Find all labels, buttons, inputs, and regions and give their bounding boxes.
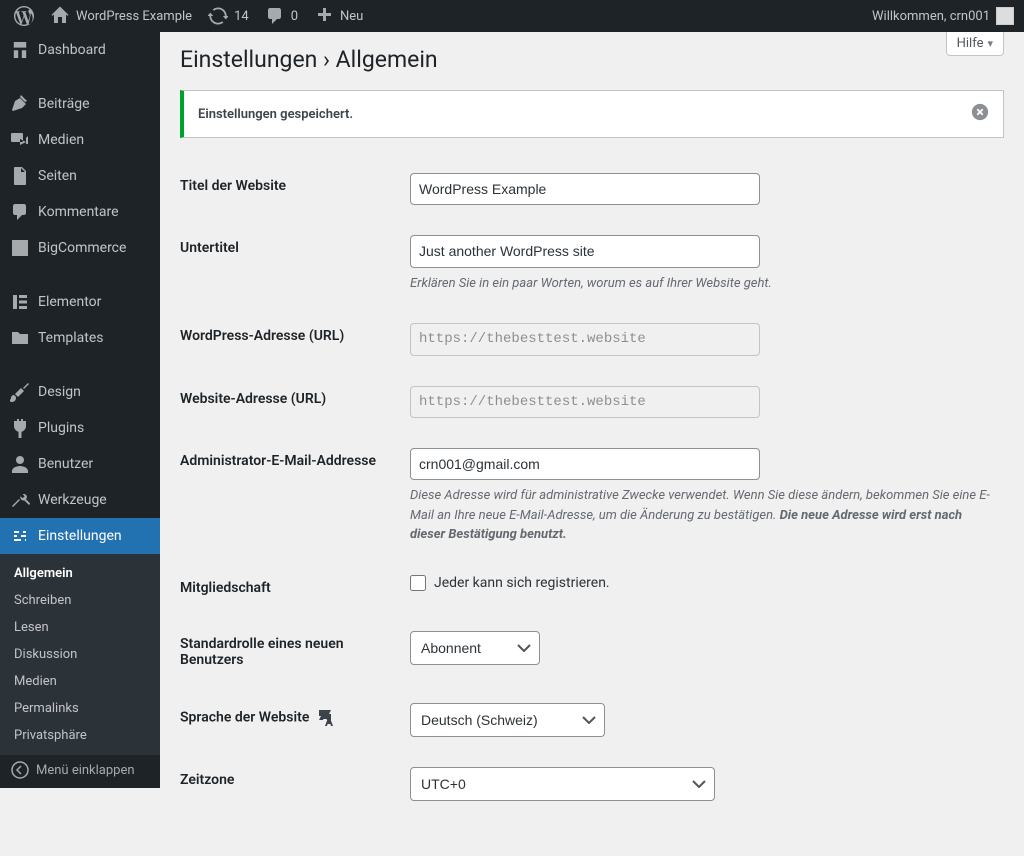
plus-icon xyxy=(314,6,334,26)
sidebar-item-elementor[interactable]: Elementor xyxy=(0,284,160,320)
dashboard-icon xyxy=(10,40,30,60)
admin-toolbar: WordPress Example 14 0 Neu Willkommen, c… xyxy=(0,0,1024,32)
folder-icon xyxy=(10,328,30,348)
submenu-privacy[interactable]: Privatsphäre xyxy=(0,722,160,749)
tagline-label: Untertitel xyxy=(180,220,400,308)
wrench-icon xyxy=(10,490,30,510)
submenu-permalinks[interactable]: Permalinks xyxy=(0,695,160,722)
sidebar-item-media[interactable]: Medien xyxy=(0,122,160,158)
timezone-select[interactable]: UTC+0 xyxy=(410,767,715,801)
sidebar-item-dashboard[interactable]: Dashboard xyxy=(0,32,160,68)
pin-icon xyxy=(10,94,30,114)
settings-submenu: Allgemein Schreiben Lesen Diskussion Med… xyxy=(0,554,160,755)
help-tab[interactable]: Hilfe xyxy=(946,32,1004,56)
collapse-icon xyxy=(10,760,30,780)
media-icon xyxy=(10,130,30,150)
brush-icon xyxy=(10,382,30,402)
membership-checkbox[interactable] xyxy=(410,575,426,591)
admin-email-label: Administrator-E-Mail-Addresse xyxy=(180,433,400,560)
site-title-input[interactable] xyxy=(410,173,760,205)
wpurl-label: WordPress-Adresse (URL) xyxy=(180,308,400,370)
sidebar-item-comments[interactable]: Kommentare xyxy=(0,194,160,230)
update-icon xyxy=(208,6,228,26)
updates-link[interactable]: 14 xyxy=(200,0,257,32)
language-select[interactable]: Deutsch (Schweiz) xyxy=(410,703,605,737)
sidebar-item-users[interactable]: Benutzer xyxy=(0,446,160,482)
comment-count: 0 xyxy=(291,9,298,24)
page-icon xyxy=(10,166,30,186)
user-icon xyxy=(10,454,30,474)
elementor-icon xyxy=(10,292,30,312)
submenu-writing[interactable]: Schreiben xyxy=(0,587,160,614)
plugin-icon xyxy=(10,418,30,438)
submenu-reading[interactable]: Lesen xyxy=(0,614,160,641)
comments-link[interactable]: 0 xyxy=(257,0,306,32)
translate-icon xyxy=(317,708,337,728)
sidebar-item-pages[interactable]: Seiten xyxy=(0,158,160,194)
notice-message: Einstellungen gespeichert. xyxy=(198,107,353,122)
welcome-text: Willkommen, crn001 xyxy=(872,9,990,24)
submenu-general[interactable]: Allgemein xyxy=(0,560,160,587)
sidebar-item-settings[interactable]: Einstellungen xyxy=(0,518,160,554)
wpurl-input xyxy=(410,323,760,355)
submenu-discussion[interactable]: Diskussion xyxy=(0,641,160,668)
new-content-link[interactable]: Neu xyxy=(306,0,371,32)
main-content: Hilfe Einstellungen › Allgemein Einstell… xyxy=(160,32,1024,856)
site-home-link[interactable]: WordPress Example xyxy=(42,0,200,32)
bigcommerce-icon xyxy=(10,238,30,258)
default-role-select[interactable]: Abonnent xyxy=(410,631,540,665)
success-notice: Einstellungen gespeichert. xyxy=(180,90,1004,138)
language-label: Sprache der Website xyxy=(180,688,400,752)
site-title-label: Titel der Website xyxy=(180,158,400,220)
sidebar-item-templates[interactable]: Templates xyxy=(0,320,160,356)
admin-email-input[interactable] xyxy=(410,448,760,480)
sidebar-item-design[interactable]: Design xyxy=(0,374,160,410)
sidebar-item-posts[interactable]: Beiträge xyxy=(0,86,160,122)
siteurl-label: Website-Adresse (URL) xyxy=(180,371,400,433)
page-title: Einstellungen › Allgemein xyxy=(180,32,1004,85)
home-icon xyxy=(50,6,70,26)
default-role-label: Standardrolle eines neuen Benutzers xyxy=(180,616,400,688)
comment-icon xyxy=(265,6,285,26)
site-title: WordPress Example xyxy=(76,9,192,24)
settings-icon xyxy=(10,526,30,546)
new-label: Neu xyxy=(340,9,363,24)
wordpress-icon xyxy=(14,6,34,26)
sidebar-item-tools[interactable]: Werkzeuge xyxy=(0,482,160,518)
avatar xyxy=(996,7,1014,25)
membership-checkbox-label[interactable]: Jeder kann sich registrieren. xyxy=(410,575,610,591)
close-icon xyxy=(971,103,989,121)
timezone-label: Zeitzone xyxy=(180,752,400,816)
dismiss-notice-button[interactable] xyxy=(971,103,989,125)
admin-sidebar: Dashboard Beiträge Medien Seiten Komment… xyxy=(0,32,160,788)
sidebar-item-plugins[interactable]: Plugins xyxy=(0,410,160,446)
sidebar-item-bigcommerce[interactable]: BigCommerce xyxy=(0,230,160,266)
tagline-input[interactable] xyxy=(410,235,760,267)
admin-email-description: Diese Adresse wird für administrative Zw… xyxy=(410,486,994,545)
submenu-media[interactable]: Medien xyxy=(0,668,160,695)
update-count: 14 xyxy=(234,9,249,24)
wp-logo[interactable] xyxy=(6,0,42,32)
siteurl-input xyxy=(410,386,760,418)
membership-label: Mitgliedschaft xyxy=(180,560,400,616)
tagline-description: Erklären Sie in ein paar Worten, worum e… xyxy=(410,274,994,294)
comments-icon xyxy=(10,202,30,222)
collapse-menu[interactable]: Menü einklappen xyxy=(0,752,160,788)
account-link[interactable]: Willkommen, crn001 xyxy=(862,0,1024,32)
